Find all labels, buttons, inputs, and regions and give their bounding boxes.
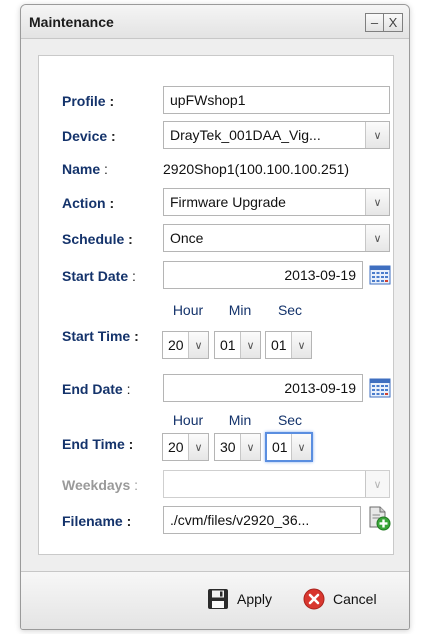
action-select[interactable]: Firmware Upgrade ∨ [163, 188, 390, 216]
device-label: Device : [62, 128, 116, 144]
calendar-icon[interactable] [369, 378, 391, 398]
minimize-button[interactable]: – [365, 13, 384, 32]
start-time-label: Start Time : [62, 328, 139, 344]
name-value: 2920Shop1(100.100.100.251) [163, 161, 350, 177]
title-bar: Maintenance – X [21, 5, 409, 39]
end-hour-label: Hour [172, 412, 204, 428]
schedule-select[interactable]: Once ∨ [163, 224, 390, 252]
chevron-down-icon: ∨ [291, 332, 311, 358]
start-sec-select[interactable]: 01 ∨ [265, 331, 312, 359]
start-sec-value: 01 [271, 337, 287, 353]
end-min-label: Min [228, 412, 252, 428]
end-date-label: End Date : [62, 381, 131, 397]
chevron-down-icon: ∨ [240, 434, 260, 460]
start-date-label: Start Date : [62, 268, 136, 284]
minimize-icon: – [370, 15, 379, 30]
chevron-down-icon: ∨ [365, 225, 389, 251]
weekdays-label: Weekdays : [62, 477, 139, 493]
end-min-select[interactable]: 30 ∨ [214, 433, 261, 461]
start-hour-select[interactable]: 20 ∨ [162, 331, 209, 359]
end-time-label: End Time : [62, 436, 134, 452]
name-label: Name : [62, 161, 108, 177]
end-sec-select[interactable]: 01 ∨ [265, 432, 313, 462]
device-value: DrayTek_001DAA_Vig... [170, 127, 321, 143]
save-icon [208, 589, 228, 609]
action-label: Action : [62, 195, 115, 211]
start-min-value: 01 [220, 337, 236, 353]
filename-label: Filename : [62, 513, 132, 529]
start-sec-label: Sec [277, 302, 303, 318]
maintenance-dialog: Maintenance – X Profile : upFWshop1 Devi… [20, 4, 410, 630]
filename-input[interactable]: ./cvm/files/v2920_36... [163, 506, 361, 534]
start-min-label: Min [228, 302, 252, 318]
form-panel: Profile : upFWshop1 Device : DrayTek_001… [38, 55, 394, 555]
start-hour-value: 20 [168, 337, 184, 353]
chevron-down-icon: ∨ [365, 122, 389, 148]
end-date-input[interactable]: 2013-09-19 [163, 374, 363, 402]
chevron-down-icon: ∨ [188, 332, 208, 358]
window-controls: – X [365, 13, 403, 32]
end-min-value: 30 [220, 439, 236, 455]
cancel-icon [303, 588, 325, 610]
weekdays-select: ∨ [163, 470, 390, 498]
device-select[interactable]: DrayTek_001DAA_Vig... ∨ [163, 121, 390, 149]
profile-input[interactable]: upFWshop1 [163, 86, 390, 114]
dialog-title: Maintenance [29, 14, 114, 30]
apply-button[interactable]: Apply [207, 588, 272, 610]
start-date-input[interactable]: 2013-09-19 [163, 261, 363, 289]
chevron-down-icon: ∨ [365, 471, 389, 497]
cancel-label: Cancel [333, 591, 377, 607]
end-sec-label: Sec [277, 412, 303, 428]
end-hour-value: 20 [168, 439, 184, 455]
action-value: Firmware Upgrade [170, 194, 286, 210]
close-button[interactable]: X [384, 13, 403, 32]
schedule-label: Schedule : [62, 231, 133, 247]
chevron-down-icon: ∨ [291, 434, 311, 460]
calendar-icon[interactable] [369, 265, 391, 285]
dialog-footer: Apply Cancel [21, 571, 409, 629]
profile-label: Profile : [62, 93, 115, 109]
end-sec-value: 01 [272, 439, 288, 455]
add-file-icon[interactable] [367, 505, 391, 531]
chevron-down-icon: ∨ [240, 332, 260, 358]
end-hour-select[interactable]: 20 ∨ [162, 433, 209, 461]
schedule-value: Once [170, 230, 204, 246]
chevron-down-icon: ∨ [365, 189, 389, 215]
start-min-select[interactable]: 01 ∨ [214, 331, 261, 359]
start-hour-label: Hour [172, 302, 204, 318]
cancel-button[interactable]: Cancel [303, 588, 377, 610]
apply-label: Apply [237, 591, 273, 607]
close-icon: X [388, 15, 398, 30]
chevron-down-icon: ∨ [188, 434, 208, 460]
